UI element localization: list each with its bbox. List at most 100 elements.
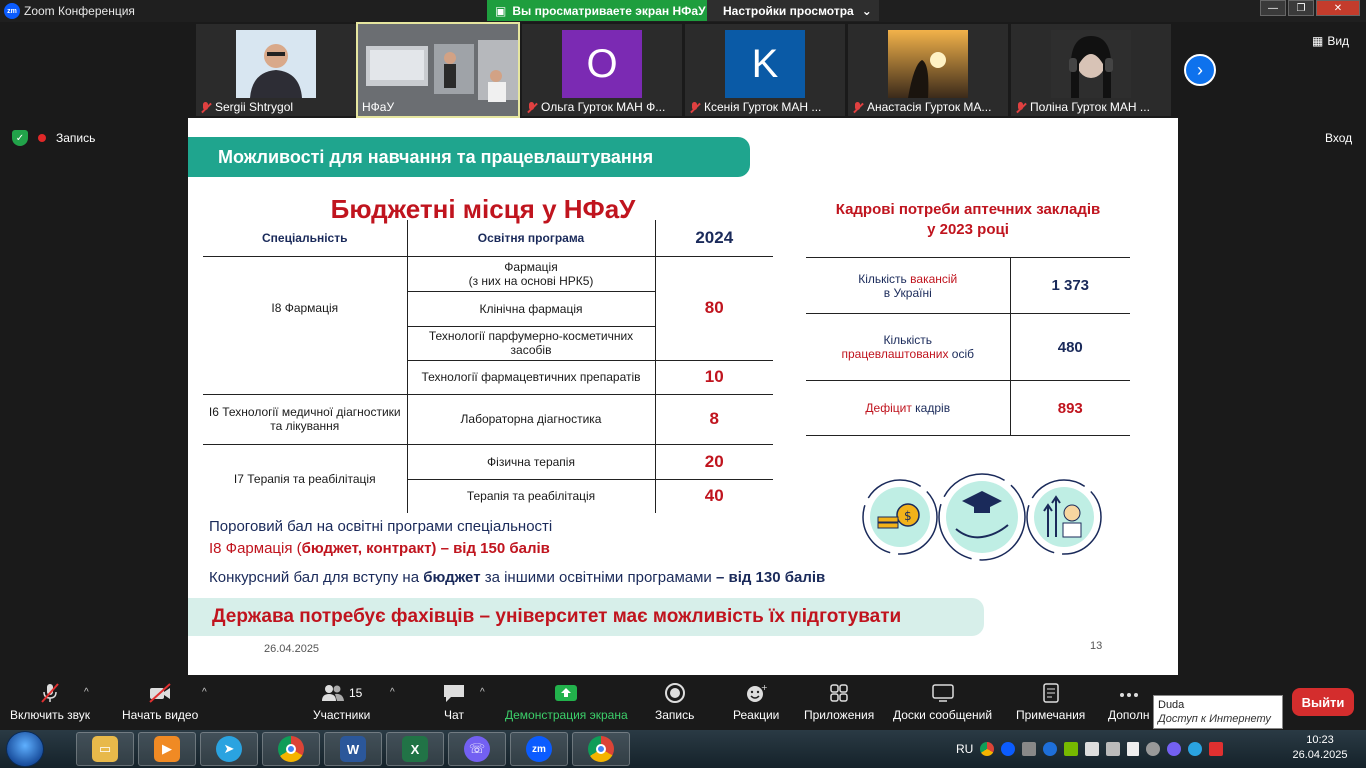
participant-tile[interactable]: О Ольга Гурток МАН Ф...: [522, 24, 682, 116]
windows-taskbar: ▭ ▶ ➤ W X ☏ zm RU 10:23 26.04.2025: [0, 730, 1366, 768]
more-button[interactable]: Дополн: [1108, 675, 1149, 730]
apps-button[interactable]: Приложения: [804, 675, 874, 730]
participant-name: Ольга Гурток МАН Ф...: [541, 100, 666, 114]
clock-time: 10:23: [1306, 734, 1334, 746]
telegram-icon: ➤: [216, 736, 242, 762]
seats-cell: 8: [654, 393, 773, 444]
program-cell: Технології фармацевтичних препаратів: [406, 359, 655, 394]
share-banner: ▣ Вы просматриваете экран НФаУ: [487, 0, 707, 21]
text-part: в Україні: [883, 285, 932, 300]
participant-tile[interactable]: Sergii Shtrygol: [196, 24, 356, 116]
header-specialty: Спеціальність: [262, 230, 348, 245]
language-indicator[interactable]: RU: [956, 742, 973, 756]
needs-label: Кількість вакансій в Україні: [806, 257, 1010, 314]
participant-tile[interactable]: Поліна Гурток МАН ...: [1011, 24, 1171, 116]
chrome-tray-icon[interactable]: [980, 742, 995, 756]
record-tray-icon[interactable]: [1146, 742, 1161, 756]
participants-button[interactable]: 15 Участники: [313, 675, 370, 730]
muted-mic-icon: [526, 101, 537, 113]
taskbar-excel[interactable]: X: [386, 732, 444, 766]
grid-icon: ▦: [1312, 34, 1324, 48]
unmute-button[interactable]: Включить звук: [10, 675, 90, 730]
record-icon: [664, 683, 685, 703]
svg-text:+: +: [761, 683, 768, 692]
next-page-button[interactable]: ›: [1184, 54, 1216, 86]
seats-cell: 20: [654, 443, 773, 479]
illustration-icons: $: [858, 471, 1108, 563]
recording-indicator[interactable]: ✓ Запись: [12, 130, 95, 146]
program-cell: Фармація (з них на основі НРК5): [406, 255, 655, 291]
smile-icon: +: [747, 683, 768, 702]
notes-button[interactable]: Примечания: [1016, 675, 1085, 730]
bluetooth-icon[interactable]: [1043, 742, 1058, 756]
system-tray: RU: [956, 730, 1224, 768]
signal-bars-icon[interactable]: [1127, 742, 1140, 756]
chevron-down-icon: ⌄: [861, 3, 872, 18]
participant-name: Ксенія Гурток МАН ...: [704, 100, 822, 114]
close-button[interactable]: ✕: [1316, 0, 1360, 16]
telegram-tray-icon[interactable]: [1188, 742, 1203, 756]
participant-tile[interactable]: Анастасія Гурток МА...: [848, 24, 1008, 116]
zoom-tray-icon[interactable]: [1001, 742, 1016, 756]
taskbar-media-player[interactable]: ▶: [138, 732, 196, 766]
flag-icon[interactable]: [1085, 742, 1100, 756]
chevron-right-icon: ›: [1197, 59, 1203, 80]
chrome-icon: [588, 736, 614, 762]
video-off-icon: [149, 683, 171, 703]
shield-icon: ✓: [12, 130, 28, 146]
taskbar-viber[interactable]: ☏: [448, 732, 506, 766]
view-button[interactable]: ▦ Вид: [1312, 34, 1349, 48]
whiteboards-button[interactable]: Доски сообщений: [893, 675, 992, 730]
excel-icon: X: [402, 736, 428, 762]
budget-table: Спеціальність Освітня програма 2024 I8 Ф…: [203, 220, 773, 513]
device-tray-icon[interactable]: [1022, 742, 1037, 756]
clock-date: 26.04.2025: [1292, 749, 1348, 761]
more-label: Дополн: [1108, 708, 1150, 722]
audio-options-caret[interactable]: ^: [84, 687, 89, 698]
media-player-icon: ▶: [154, 736, 180, 762]
taskbar-telegram[interactable]: ➤: [200, 732, 258, 766]
chat-options-caret[interactable]: ^: [480, 687, 485, 698]
taskbar-zoom[interactable]: zm: [510, 732, 568, 766]
notes-label: Примечания: [1016, 708, 1086, 722]
slide-header: Можливості для навчання та працевлаштува…: [188, 137, 750, 177]
text-part: Дефіцит: [865, 401, 912, 415]
header-program: Освітня програма: [406, 220, 655, 256]
taskbar-word[interactable]: W: [324, 732, 382, 766]
windows-start-button[interactable]: [6, 731, 44, 767]
participant-tile[interactable]: K Ксенія Гурток МАН ...: [685, 24, 845, 116]
slide-page-number: 13: [1090, 640, 1103, 652]
share-screen-button[interactable]: Демонстрация экрана: [505, 675, 628, 730]
taskbar-chrome[interactable]: [262, 732, 320, 766]
view-settings-button[interactable]: Настройки просмотра ⌄: [707, 0, 879, 21]
display-icon[interactable]: [1106, 742, 1121, 756]
participants-options-caret[interactable]: ^: [390, 687, 395, 698]
muted-mic-icon: [852, 101, 863, 113]
video-options-caret[interactable]: ^: [202, 687, 207, 698]
program-cell: Лабораторна діагностика: [406, 393, 655, 444]
taskbar-chrome-profile[interactable]: [572, 732, 630, 766]
avatar: K: [725, 30, 805, 98]
taskbar-clock[interactable]: 10:23 26.04.2025: [1292, 733, 1348, 763]
maximize-button[interactable]: ❐: [1288, 0, 1314, 16]
record-button[interactable]: Запись: [655, 675, 694, 730]
minimize-button[interactable]: —: [1260, 0, 1286, 16]
viber-tray-icon[interactable]: [1167, 742, 1182, 756]
volume-muted-icon[interactable]: [1209, 742, 1224, 756]
chat-button[interactable]: Чат: [442, 675, 466, 730]
program-cell: Технології парфумерно-косметичних засобі…: [406, 325, 655, 360]
title-bar: zm Zoom Конференция ▣ Вы просматриваете …: [0, 0, 1366, 22]
start-video-button[interactable]: Начать видео: [122, 675, 198, 730]
reactions-label: Реакции: [733, 708, 780, 722]
reactions-button[interactable]: + Реакции: [733, 675, 779, 730]
needs-label: Дефіцит кадрів: [806, 380, 1010, 436]
leave-button[interactable]: Выйти: [1292, 688, 1354, 716]
taskbar-explorer[interactable]: ▭: [76, 732, 134, 766]
nvidia-icon[interactable]: [1064, 742, 1079, 756]
text-part: кадрів: [911, 401, 951, 415]
participants-icon: [321, 685, 344, 701]
participant-tile[interactable]: НФаУ: [356, 22, 520, 118]
muted-mic-icon: [41, 683, 59, 703]
text-part: I8 Фармація (: [209, 540, 302, 557]
enter-button[interactable]: Вход: [1325, 131, 1352, 145]
